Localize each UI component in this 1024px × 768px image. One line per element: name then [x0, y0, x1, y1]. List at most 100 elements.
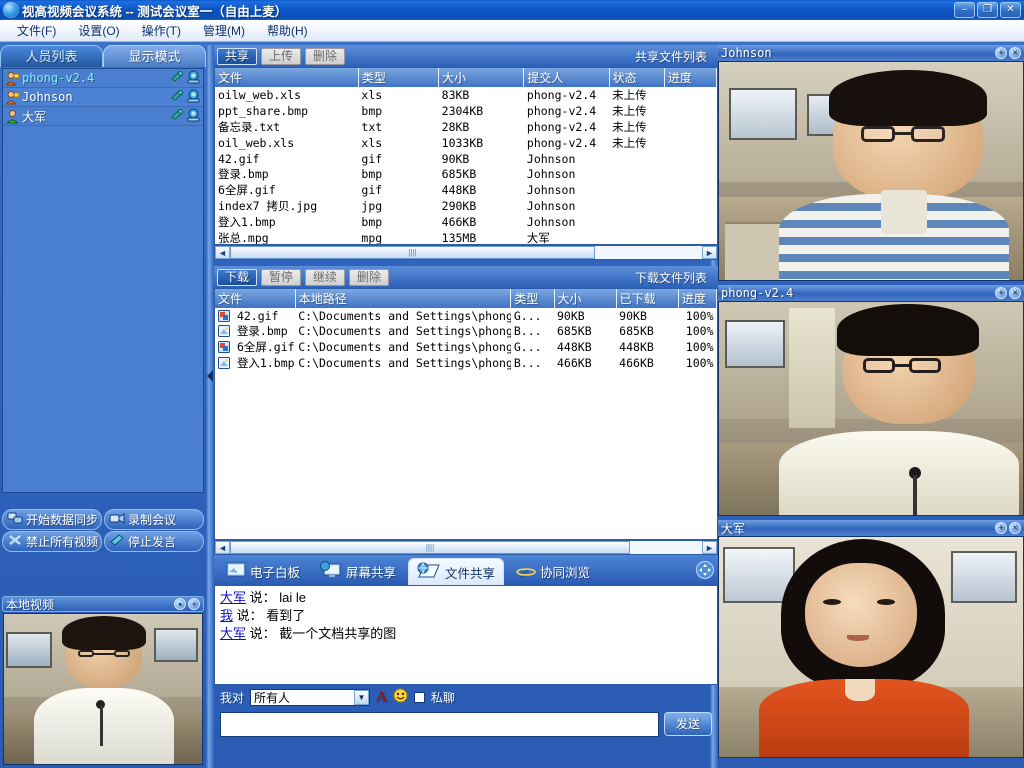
menu-file[interactable]: 文件(F) [6, 20, 67, 41]
stop-speaking-button[interactable]: 停止发言 [104, 530, 204, 552]
table-row[interactable]: ppt_share.bmp bmp 2304KB phong-v2.4 未上传 [215, 103, 717, 119]
webcam-icon[interactable] [186, 70, 201, 87]
record-icon [109, 511, 125, 528]
tab-whiteboard[interactable]: 电子白板 [218, 558, 308, 585]
scroll-left-icon[interactable]: ◄ [215, 246, 230, 259]
table-row[interactable]: 6全屏.gif gif 448KB Johnson [215, 182, 717, 198]
table-row[interactable]: 42.gif gif 90KB Johnson [215, 151, 717, 166]
tab-file-share[interactable]: 文件共享 [408, 558, 505, 585]
expand-icon[interactable]: + [995, 47, 1007, 59]
table-row[interactable]: 6全屏.gif C:\Documents and Settings\phong..… [215, 339, 717, 355]
column-type[interactable]: 类型 [358, 68, 440, 87]
menu-operation[interactable]: 操作(T) [131, 20, 192, 41]
download-cell-size: 448KB [557, 340, 592, 354]
emoji-button[interactable] [393, 688, 408, 706]
application-window: 视高视频会议系统 -- 测试会议室一（自由上麦） – ❐ ✕ 文件(F) 设置(… [0, 0, 1024, 768]
close-icon[interactable]: ✕ [1009, 522, 1021, 534]
table-row[interactable]: 张总.mpg mpg 135MB 大军 [215, 230, 717, 244]
close-icon[interactable]: ✕ [1009, 47, 1021, 59]
restore-button[interactable]: ❐ [977, 2, 998, 18]
column-owner[interactable]: 提交人 [523, 68, 610, 87]
font-button[interactable]: A [376, 689, 387, 706]
column-type[interactable]: 类型 [510, 289, 555, 308]
table-row[interactable]: 登录.bmp bmp 685KB Johnson [215, 166, 717, 182]
list-item[interactable]: Johnson [3, 88, 203, 107]
start-data-sync-button[interactable]: 开始数据同步 [2, 508, 102, 530]
menu-manage[interactable]: 管理(M) [192, 20, 256, 41]
close-icon[interactable]: ✕ [1009, 287, 1021, 299]
share-cell-size: 1033KB [441, 136, 484, 150]
column-progress[interactable]: 进度 [664, 68, 717, 87]
share-cell-type: txt [361, 120, 383, 134]
minimize-icon[interactable]: ▪ [174, 598, 186, 610]
menu-settings[interactable]: 设置(O) [67, 20, 130, 41]
tab-cobrowse[interactable]: e 协同浏览 [508, 558, 598, 585]
list-item[interactable]: phong-v2.4 [3, 69, 203, 88]
share-button[interactable]: 共享 [217, 47, 258, 65]
minimize-button[interactable]: – [954, 2, 975, 18]
tab-display-mode[interactable]: 显示模式 [103, 45, 206, 67]
close-button[interactable]: ✕ [1000, 2, 1021, 18]
webcam-icon[interactable] [186, 108, 201, 125]
chat-username[interactable]: 大军 [220, 590, 246, 605]
column-localpath[interactable]: 本地路径 [295, 289, 512, 308]
table-row[interactable]: 登录.bmp C:\Documents and Settings\phong...… [215, 323, 717, 339]
column-progress[interactable]: 进度 [678, 289, 717, 308]
table-row[interactable]: oil_web.xls xls 1033KB phong-v2.4 未上传 [215, 135, 717, 151]
table-row[interactable]: oilw_web.xls xls 83KB phong-v2.4 未上传 [215, 87, 717, 103]
column-status[interactable]: 状态 [609, 68, 665, 87]
table-row[interactable]: 登入1.bmp bmp 466KB Johnson [215, 214, 717, 230]
expand-icon[interactable]: + [995, 287, 1007, 299]
list-item[interactable]: 大军 [3, 107, 203, 126]
scroll-right-icon[interactable]: ► [702, 541, 717, 554]
menu-help[interactable]: 帮助(H) [256, 20, 319, 41]
column-downloaded[interactable]: 已下载 [616, 289, 679, 308]
scroll-left-icon[interactable]: ◄ [215, 541, 230, 554]
table-row[interactable]: 登入1.bmp C:\Documents and Settings\phong..… [215, 355, 717, 371]
delete-share-button[interactable]: 删除 [305, 47, 346, 65]
column-file[interactable]: 文件 [215, 289, 296, 308]
upload-button[interactable]: 上传 [261, 47, 302, 65]
video-feed[interactable] [718, 536, 1024, 758]
expand-icon[interactable]: + [188, 598, 200, 610]
scroll-right-icon[interactable]: ► [702, 246, 717, 259]
column-file[interactable]: 文件 [215, 68, 359, 87]
microphone-icon[interactable] [169, 108, 184, 125]
chat-text: 看到了 [266, 608, 306, 623]
member-tools [169, 108, 201, 125]
share-hscrollbar[interactable]: ◄ |||| ► [214, 245, 718, 260]
send-button[interactable]: 发送 [664, 712, 712, 736]
chat-username[interactable]: 大军 [220, 626, 246, 641]
move-handle-icon[interactable] [696, 561, 714, 582]
chat-log[interactable]: 大军 说： lai le 我 说： 看到了 大军 说： 截一个文档共享的图 [214, 585, 718, 685]
left-splitter[interactable] [206, 45, 214, 768]
download-hscrollbar[interactable]: ◄ |||| ► [214, 540, 718, 555]
chat-target-select[interactable]: 所有人 ▼ [250, 688, 371, 706]
column-size[interactable]: 大小 [438, 68, 525, 87]
local-video-feed[interactable] [3, 613, 203, 765]
table-row[interactable]: 42.gif C:\Documents and Settings\phong...… [215, 308, 717, 323]
delete-download-button[interactable]: 删除 [349, 268, 390, 286]
expand-icon[interactable]: + [995, 522, 1007, 534]
resume-button[interactable]: 继续 [305, 268, 346, 286]
webcam-icon[interactable] [186, 89, 201, 106]
private-chat-checkbox[interactable] [413, 691, 425, 703]
chat-input[interactable] [220, 711, 659, 737]
microphone-icon[interactable] [169, 70, 184, 87]
chevron-down-icon[interactable]: ▼ [354, 689, 370, 705]
table-row[interactable]: 备忘录.txt txt 28KB phong-v2.4 未上传 [215, 119, 717, 135]
disable-all-video-button[interactable]: 禁止所有视频 [2, 530, 102, 552]
local-video-buttons: ▪ + [174, 598, 200, 610]
video-feed[interactable] [718, 301, 1024, 516]
column-size[interactable]: 大小 [554, 289, 617, 308]
download-cell-downloaded: 448KB [619, 340, 654, 354]
pause-button[interactable]: 暂停 [261, 268, 302, 286]
microphone-icon[interactable] [169, 89, 184, 106]
table-row[interactable]: index7 拷贝.jpg jpg 290KB Johnson [215, 198, 717, 214]
tab-member-list[interactable]: 人员列表 [0, 45, 103, 67]
download-button[interactable]: 下载 [217, 268, 258, 286]
video-feed[interactable] [718, 61, 1024, 281]
record-meeting-button[interactable]: 录制会议 [104, 508, 204, 530]
chat-username[interactable]: 我 [220, 608, 233, 623]
tab-screen-share[interactable]: 屏幕共享 [312, 558, 404, 585]
